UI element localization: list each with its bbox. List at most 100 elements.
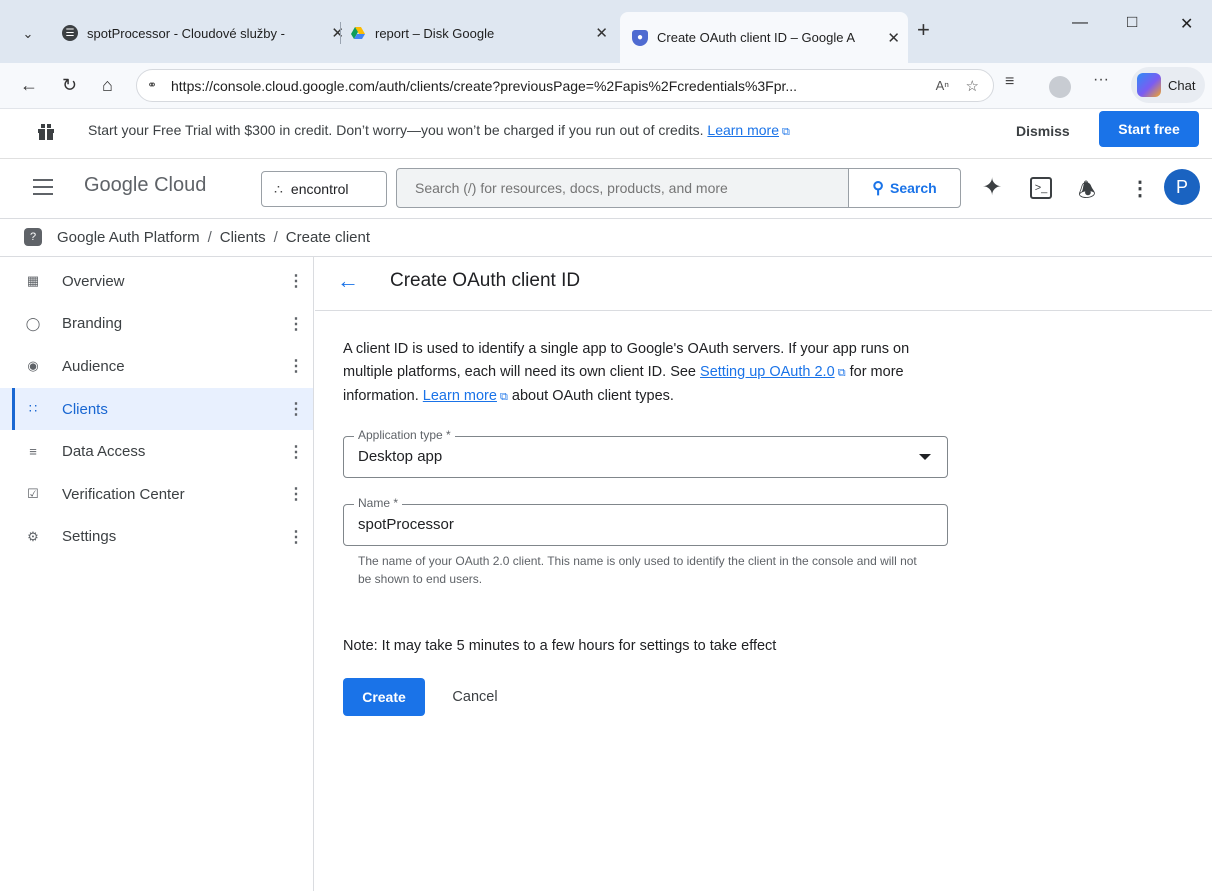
application-type-select[interactable]: Application type * Desktop app [343,428,948,478]
tab-close-icon[interactable]: ✕ [595,24,608,42]
logo-cloud: Cloud [154,174,207,196]
more-vert-icon[interactable]: ⋮ [288,399,304,419]
gemini-sparkle-icon[interactable]: ✦ [982,173,1002,202]
sidebar-item-label: Audience [62,357,125,375]
profile-avatar[interactable] [1049,76,1071,98]
logo-google: Google [84,174,149,196]
search-button-label: Search [890,180,937,196]
browser-tab-create-oauth[interactable]: ● Create OAuth client ID – Google A ✕ [620,12,908,63]
url-field[interactable]: ⚭ https://console.cloud.google.com/auth/… [136,69,994,102]
google-drive-icon [351,27,365,39]
breadcrumb-auth-platform[interactable]: Google Auth Platform [57,229,200,246]
cloud-shell-icon[interactable]: >_ [1030,177,1052,199]
dashboard-icon: ▦ [26,273,40,289]
cancel-button[interactable]: Cancel [437,678,513,716]
page-title-bar: ← Create OAuth client ID [315,257,1212,311]
palette-icon: ◯ [25,315,41,331]
sidebar-item-overview[interactable]: ▦ Overview ⋮ [0,260,313,303]
search-button[interactable]: ⚲ Search [848,169,960,207]
sidebar-item-verification-center[interactable]: ☑ Verification Center ⋮ [0,473,313,516]
back-arrow-icon[interactable]: ← [20,75,38,96]
sidebar-item-label: Branding [62,315,123,333]
sidebar-item-label: Verification Center [62,485,185,503]
copilot-chat-button[interactable]: Chat [1131,67,1205,103]
window-close-icon[interactable]: ✕ [1180,14,1193,34]
tab-close-icon[interactable]: ✕ [887,29,900,47]
browser-tab-spotprocessor[interactable]: ☰ spotProcessor - Cloudové služby - ✕ [62,15,344,51]
sidebar-item-data-access[interactable]: ≡ Data Access ⋮ [0,430,313,473]
new-tab-icon[interactable]: + [917,17,930,43]
more-vert-icon[interactable]: ⋮ [288,314,304,334]
main-menu-icon[interactable] [33,179,53,195]
more-vert-icon[interactable]: ⋮ [1130,176,1150,201]
external-link-icon: ⧉ [834,367,846,379]
banner-message: Start your Free Trial with $300 in credi… [88,122,704,138]
more-vert-icon[interactable]: ⋮ [288,484,304,504]
tab-close-icon[interactable]: ✕ [331,24,344,42]
console-favicon-icon: ☰ [62,25,78,41]
sidebar-item-label: Overview [62,272,125,290]
name-field[interactable]: Name * spotProcessor [343,496,948,546]
favorites-icon[interactable]: ≡ [1005,73,1014,91]
more-vert-icon[interactable]: ⋮ [288,356,304,376]
back-arrow-icon[interactable]: ← [337,268,359,294]
settings-note: Note: It may take 5 minutes to a few hou… [343,638,777,654]
tab-title: report – Disk Google [375,25,495,41]
dropdown-arrow-icon [919,454,931,460]
more-vert-icon[interactable]: ⋮ [288,271,304,291]
create-button[interactable]: Create [343,678,425,716]
browser-tab-report[interactable]: report – Disk Google ✕ [350,15,608,51]
account-avatar[interactable]: P [1164,169,1200,205]
breadcrumb-create-client: Create client [285,229,371,246]
maximize-icon[interactable]: □ [1127,12,1137,32]
breadcrumb-clients[interactable]: Clients [220,229,266,246]
name-value: spotProcessor [358,516,454,533]
sidebar-item-clients[interactable]: ∷ Clients ⋮ [0,387,313,431]
shield-favicon-icon: ● [632,29,648,46]
tab-actions-chevron-icon[interactable]: ⌄ [14,20,42,48]
application-type-label: Application type * [354,428,455,442]
cloud-console-header: Google Cloud ∴ encontrol ⚲ Search ✦ >_ 🕭… [0,159,1212,219]
google-cloud-logo[interactable]: Google Cloud [84,174,206,197]
learn-more-link[interactable]: Learn more [707,122,779,138]
start-free-button[interactable]: Start free [1099,111,1199,147]
breadcrumb-separator: / [273,229,278,246]
main-content: ← Create OAuth client ID A client ID is … [315,257,1212,891]
name-label: Name * [354,496,403,510]
external-link-icon: ⧉ [779,126,790,138]
breadcrumb: ? Google Auth Platform / Clients / Create cl… [0,219,1212,257]
data-settings-icon: ≡ [29,444,37,460]
search-input[interactable] [415,180,835,196]
project-icon: ∴ [274,180,283,197]
url-text: https://console.cloud.google.com/auth/cl… [171,77,798,94]
application-type-value: Desktop app [358,448,443,465]
learn-more-link[interactable]: Learn more [423,388,497,404]
search-icon: ⚲ [872,180,884,197]
sidebar-item-settings[interactable]: ⚙ Settings ⋮ [0,516,313,559]
notifications-bell-icon[interactable]: 🕭 [1078,176,1096,210]
tab-title: spotProcessor - Cloudové služby - [87,25,285,41]
home-icon[interactable]: ⌂ [102,75,113,96]
site-info-icon[interactable]: ⚭ [147,78,163,94]
favorite-star-icon[interactable]: ☆ [966,77,979,95]
left-nav: ▦ Overview ⋮ ◯ Branding ⋮ ◉ Audience ⋮ ∷… [0,257,314,891]
more-options-icon[interactable]: ··· [1093,71,1109,89]
address-bar-row: ← ↻ ⌂ ⚭ https://console.cloud.google.com… [0,63,1212,109]
breadcrumb-items: Google Auth Platform / Clients / Create clie… [57,229,370,246]
dismiss-button[interactable]: Dismiss [1016,123,1070,139]
page-title: Create OAuth client ID [390,270,581,291]
sidebar-item-label: Settings [62,528,117,546]
external-link-icon: ⧉ [496,391,508,403]
sidebar-item-audience[interactable]: ◉ Audience ⋮ [0,345,313,388]
project-picker[interactable]: ∴ encontrol [261,171,387,207]
sidebar-item-branding[interactable]: ◯ Branding ⋮ [0,303,313,346]
more-vert-icon[interactable]: ⋮ [288,527,304,547]
grid-icon: ∷ [28,401,38,417]
setting-up-oauth-link[interactable]: Setting up OAuth 2.0 [700,364,835,380]
reload-icon[interactable]: ↻ [62,75,77,96]
breadcrumb-separator: / [207,229,212,246]
more-vert-icon[interactable]: ⋮ [288,442,304,462]
verified-box-icon: ☑ [27,486,39,502]
minimize-icon[interactable]: — [1072,14,1088,32]
read-aloud-icon[interactable]: Aⁿ [936,78,949,93]
